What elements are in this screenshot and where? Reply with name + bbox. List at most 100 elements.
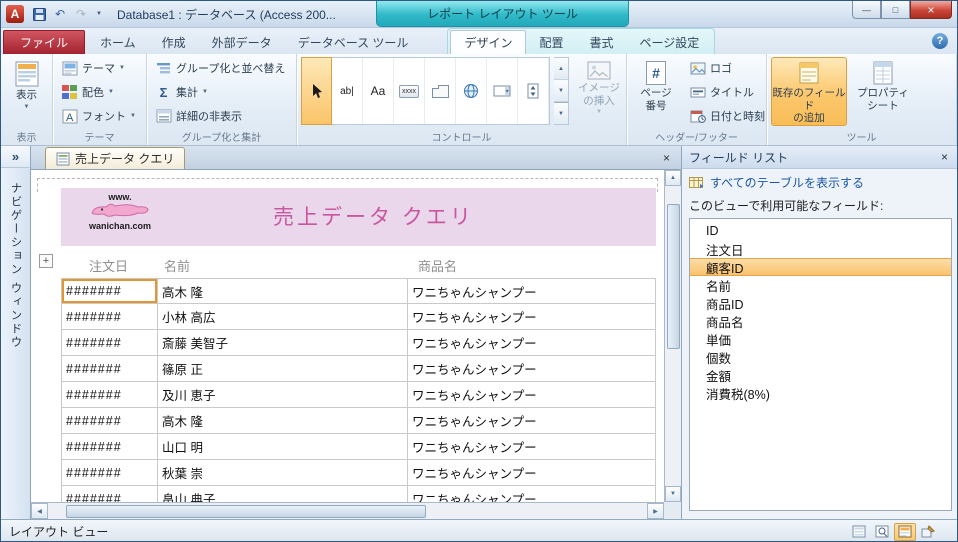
gallery-scroll-up-icon[interactable]: ▲ bbox=[554, 58, 568, 80]
spinbutton-control[interactable] bbox=[518, 58, 549, 124]
property-sheet-button[interactable]: プロパティ シート bbox=[851, 57, 915, 113]
cell-name[interactable]: 高木 隆 bbox=[158, 408, 408, 434]
insert-image-button[interactable]: イメージ の挿入 ▼ bbox=[573, 57, 625, 116]
qat-dropdown-icon[interactable]: ▼ bbox=[93, 6, 105, 23]
cell-name[interactable]: 高木 隆 bbox=[158, 278, 408, 304]
colors-button[interactable]: 配色 ▼ bbox=[57, 81, 142, 103]
cell-product[interactable]: ワニちゃんシャンプー bbox=[408, 460, 656, 486]
nav-expand-icon[interactable]: » bbox=[1, 146, 30, 168]
scroll-left-icon[interactable]: ◀ bbox=[31, 503, 48, 519]
report-title[interactable]: 売上データ クエリ bbox=[273, 201, 474, 231]
cell-date[interactable]: ####### bbox=[61, 408, 158, 434]
cell-date[interactable]: ####### bbox=[61, 356, 158, 382]
themes-button[interactable]: テーマ ▼ bbox=[57, 57, 142, 79]
logo-button[interactable]: ロゴ bbox=[685, 57, 769, 79]
cell-product[interactable]: ワニちゃんシャンプー bbox=[408, 434, 656, 460]
tab-external-data[interactable]: 外部データ bbox=[199, 30, 285, 54]
totals-button[interactable]: Σ 集計 ▼ bbox=[151, 81, 292, 103]
minimize-button[interactable]: — bbox=[852, 1, 881, 19]
access-app-icon[interactable]: A bbox=[6, 5, 24, 23]
view-button[interactable]: 表示 ▼ bbox=[5, 57, 48, 131]
cell-date[interactable]: ####### bbox=[61, 486, 158, 502]
gallery-scroll-down-icon[interactable]: ▼ bbox=[554, 80, 568, 102]
cell-date[interactable]: ####### bbox=[61, 304, 158, 330]
field-item[interactable]: 消費税(8%) bbox=[690, 384, 951, 402]
column-header-product[interactable]: 商品名 bbox=[408, 250, 656, 278]
cell-name[interactable]: 山口 明 bbox=[158, 434, 408, 460]
gallery-more-icon[interactable]: ▼ bbox=[554, 102, 568, 124]
show-all-tables-link[interactable]: すべてのテーブルを表示する bbox=[682, 169, 957, 194]
hyperlink-control[interactable] bbox=[456, 58, 487, 124]
cell-date[interactable]: ####### bbox=[61, 460, 158, 486]
cell-product[interactable]: ワニちゃんシャンプー bbox=[408, 278, 656, 304]
scroll-down-icon[interactable]: ▼ bbox=[665, 486, 681, 502]
vertical-scroll-thumb[interactable] bbox=[667, 204, 680, 349]
column-header-name[interactable]: 名前 bbox=[158, 250, 408, 278]
undo-icon[interactable]: ↶ bbox=[51, 6, 69, 23]
wanichan-logo[interactable]: www. wanichan.com bbox=[81, 192, 159, 232]
save-icon[interactable] bbox=[30, 6, 48, 23]
title-button[interactable]: タイトル bbox=[685, 81, 769, 103]
cell-product[interactable]: ワニちゃんシャンプー bbox=[408, 408, 656, 434]
field-item[interactable]: 名前 bbox=[690, 276, 951, 294]
close-button[interactable]: × bbox=[910, 1, 952, 19]
report-view-button[interactable] bbox=[848, 523, 870, 541]
fonts-button[interactable]: A フォント ▼ bbox=[57, 105, 142, 127]
cell-product[interactable]: ワニちゃんシャンプー bbox=[408, 486, 656, 502]
cell-product[interactable]: ワニちゃんシャンプー bbox=[408, 356, 656, 382]
help-icon[interactable]: ? bbox=[932, 33, 948, 49]
cell-name[interactable]: 篠原 正 bbox=[158, 356, 408, 382]
scroll-right-icon[interactable]: ▶ bbox=[647, 503, 664, 519]
navigation-pane-collapsed[interactable]: » ナビゲーション ウィンドウ bbox=[1, 146, 31, 519]
scroll-up-icon[interactable]: ▲ bbox=[665, 170, 681, 186]
hide-details-button[interactable]: 詳細の非表示 bbox=[151, 105, 292, 127]
select-pointer-control[interactable] bbox=[301, 57, 332, 125]
tab-control[interactable] bbox=[425, 58, 456, 124]
tab-db-tools[interactable]: データベース ツール bbox=[285, 30, 422, 54]
button-control[interactable]: xxxx bbox=[394, 58, 425, 124]
field-item[interactable]: 商品ID bbox=[690, 294, 951, 312]
date-time-button[interactable]: 日付と時刻 bbox=[685, 105, 769, 127]
page-number-button[interactable]: # ページ 番号 bbox=[631, 57, 681, 113]
field-item[interactable]: ID bbox=[690, 222, 951, 240]
horizontal-scroll-thumb[interactable] bbox=[66, 505, 426, 518]
design-view-button[interactable] bbox=[917, 523, 939, 541]
layout-view-button[interactable] bbox=[894, 522, 916, 541]
field-item[interactable]: 注文日 bbox=[690, 240, 951, 258]
cell-name[interactable]: 畠山 典子 bbox=[158, 486, 408, 502]
cell-date-selected[interactable]: ####### bbox=[61, 278, 158, 304]
tab-arrange[interactable]: 配置 bbox=[526, 30, 576, 54]
report-header-band[interactable]: www. wanichan.com 売上データ クエリ bbox=[61, 188, 656, 246]
tab-file[interactable]: ファイル bbox=[3, 30, 86, 54]
cell-name[interactable]: 斎藤 美智子 bbox=[158, 330, 408, 356]
cell-name[interactable]: 秋葉 崇 bbox=[158, 460, 408, 486]
layout-move-anchor[interactable]: + bbox=[39, 254, 53, 268]
cell-product[interactable]: ワニちゃんシャンプー bbox=[408, 330, 656, 356]
field-item[interactable]: 金額 bbox=[690, 366, 951, 384]
field-item-selected[interactable]: 顧客ID bbox=[690, 258, 951, 276]
print-preview-button[interactable] bbox=[871, 523, 893, 541]
cell-name[interactable]: 及川 恵子 bbox=[158, 382, 408, 408]
tab-home[interactable]: ホーム bbox=[87, 30, 149, 54]
column-header-date[interactable]: 注文日 bbox=[61, 250, 158, 278]
tab-create[interactable]: 作成 bbox=[149, 30, 199, 54]
cell-date[interactable]: ####### bbox=[61, 330, 158, 356]
field-item[interactable]: 個数 bbox=[690, 348, 951, 366]
cell-product[interactable]: ワニちゃんシャンプー bbox=[408, 304, 656, 330]
maximize-button[interactable]: □ bbox=[881, 1, 910, 19]
group-sort-button[interactable]: グループ化と並べ替え bbox=[151, 57, 292, 79]
document-tab[interactable]: 売上データ クエリ bbox=[45, 147, 186, 169]
add-existing-fields-button[interactable]: 既存のフィールド の追加 bbox=[771, 57, 847, 126]
field-list-close-icon[interactable]: × bbox=[937, 150, 952, 165]
horizontal-scrollbar[interactable]: ◀ ▶ bbox=[31, 502, 664, 519]
cell-name[interactable]: 小林 高広 bbox=[158, 304, 408, 330]
tab-design[interactable]: デザイン bbox=[450, 30, 527, 55]
tab-format[interactable]: 書式 bbox=[576, 30, 626, 54]
field-item[interactable]: 単価 bbox=[690, 330, 951, 348]
document-close-icon[interactable]: × bbox=[659, 150, 674, 165]
cell-date[interactable]: ####### bbox=[61, 434, 158, 460]
combobox-control[interactable] bbox=[487, 58, 518, 124]
cell-product[interactable]: ワニちゃんシャンプー bbox=[408, 382, 656, 408]
navigation-pane-title[interactable]: ナビゲーション ウィンドウ bbox=[8, 182, 24, 512]
redo-icon[interactable]: ↷ bbox=[72, 6, 90, 23]
